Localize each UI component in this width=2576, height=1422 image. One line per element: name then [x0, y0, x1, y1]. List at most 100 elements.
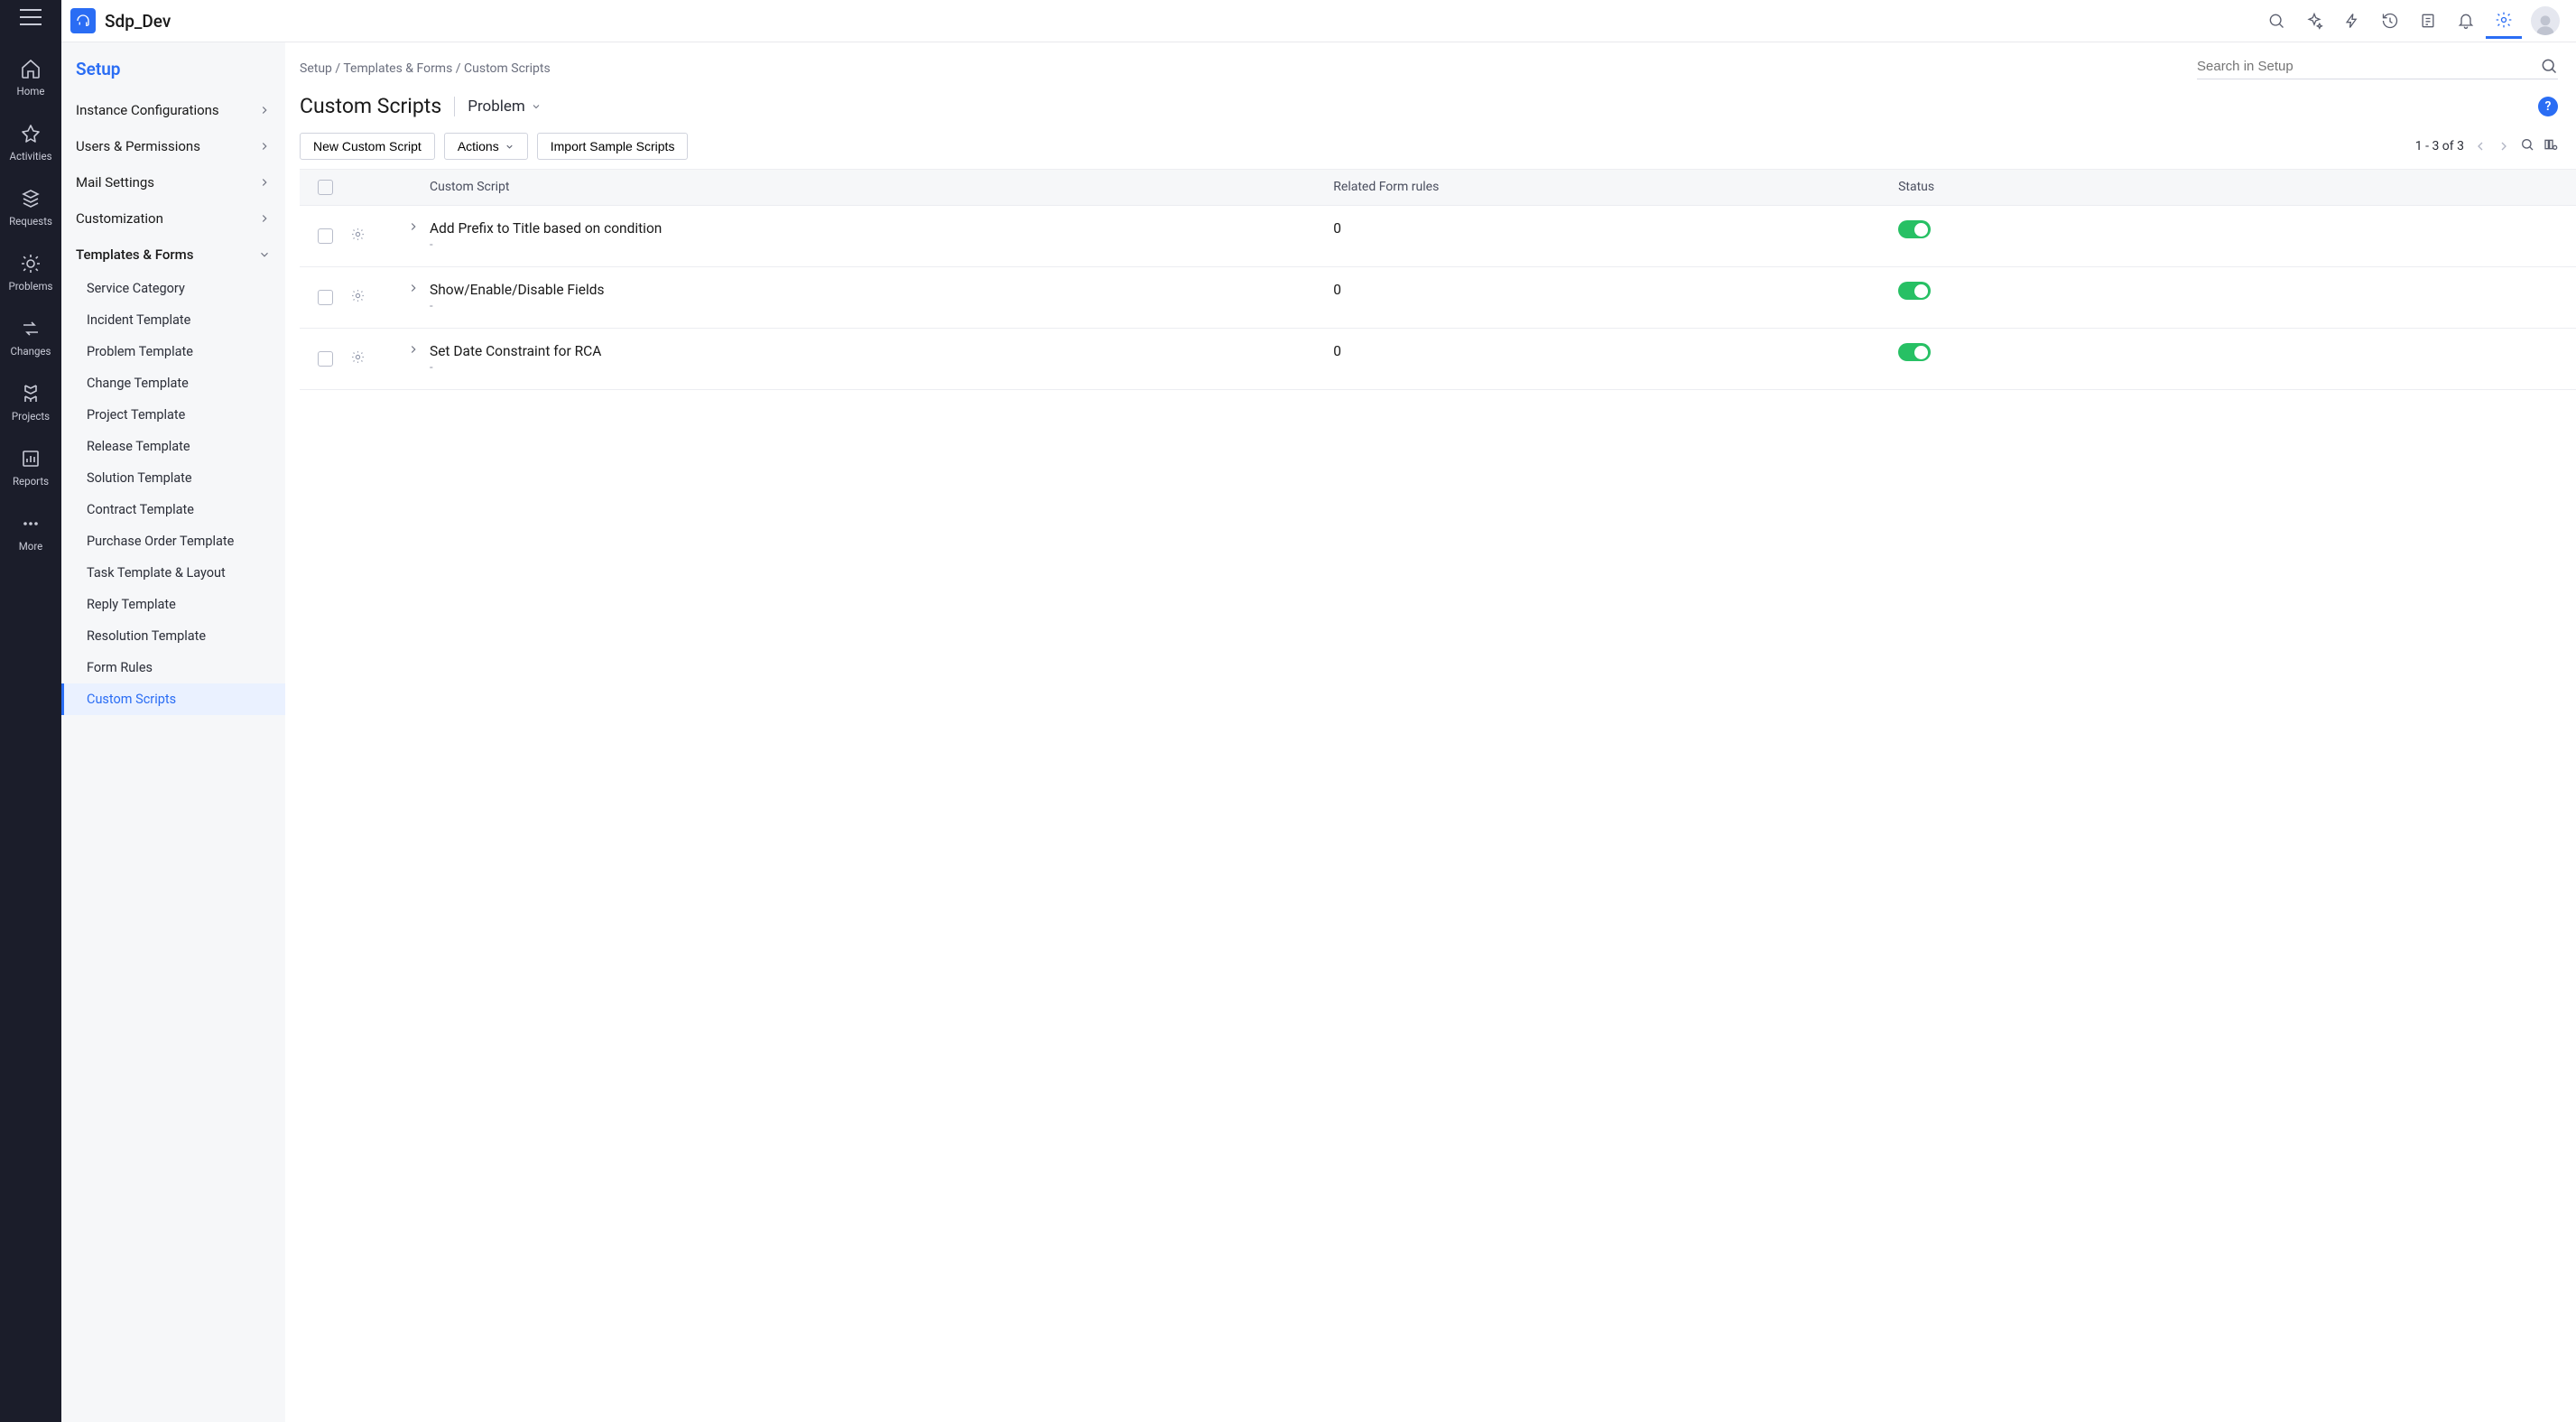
- subitem-reply-template[interactable]: Reply Template: [61, 589, 285, 620]
- chevron-right-icon: [258, 176, 271, 189]
- subitem-task-template-layout[interactable]: Task Template & Layout: [61, 557, 285, 589]
- row-rules-count: 0: [1333, 220, 1898, 237]
- subitem-project-template[interactable]: Project Template: [61, 399, 285, 431]
- setup-search[interactable]: [2197, 57, 2558, 79]
- chevron-right-icon: [258, 104, 271, 116]
- pager-search-button[interactable]: [2520, 137, 2534, 155]
- user-icon: [2534, 12, 2557, 35]
- table-row: Add Prefix to Title based on condition -…: [300, 206, 2576, 267]
- row-expand-button[interactable]: [397, 282, 430, 294]
- subitem-service-category[interactable]: Service Category: [61, 273, 285, 304]
- row-expand-button[interactable]: [397, 220, 430, 233]
- row-expand-button[interactable]: [397, 343, 430, 356]
- gear-button[interactable]: [2486, 3, 2522, 39]
- avatar[interactable]: [2531, 6, 2560, 35]
- subitem-form-rules[interactable]: Form Rules: [61, 652, 285, 683]
- more-icon: [20, 513, 42, 534]
- app-title: Sdp_Dev: [105, 11, 171, 32]
- column-settings-button[interactable]: [2544, 137, 2558, 155]
- select-all-checkbox[interactable]: [318, 180, 333, 195]
- next-page-icon[interactable]: [2497, 139, 2511, 153]
- history-button[interactable]: [2372, 3, 2408, 39]
- row-settings-button[interactable]: [350, 227, 397, 246]
- rail-label: More: [19, 540, 43, 553]
- rail-label: Projects: [12, 410, 50, 423]
- status-toggle[interactable]: [1898, 282, 1931, 300]
- dropdown-value: Problem: [468, 98, 525, 116]
- table-row: Show/Enable/Disable Fields - 0: [300, 267, 2576, 329]
- import-button[interactable]: Import Sample Scripts: [537, 133, 689, 160]
- rail-label: Problems: [9, 280, 53, 293]
- section-users-permissions[interactable]: Users & Permissions: [61, 128, 285, 164]
- rail-changes[interactable]: Changes: [0, 305, 61, 370]
- row-rules-count: 0: [1333, 343, 1898, 359]
- subitem-contract-template[interactable]: Contract Template: [61, 494, 285, 525]
- section-customization[interactable]: Customization: [61, 200, 285, 237]
- search-input[interactable]: [2197, 59, 2540, 74]
- bolt-button[interactable]: [2334, 3, 2370, 39]
- row-checkbox[interactable]: [318, 351, 333, 367]
- sparkle-button[interactable]: [2296, 3, 2332, 39]
- rail-activities[interactable]: Activities: [0, 110, 61, 175]
- section-instance-config[interactable]: Instance Configurations: [61, 92, 285, 128]
- gear-icon: [350, 288, 366, 303]
- row-subtitle: -: [430, 238, 1333, 252]
- prev-page-icon[interactable]: [2473, 139, 2488, 153]
- rail-more[interactable]: More: [0, 500, 61, 565]
- rail-reports[interactable]: Reports: [0, 435, 61, 500]
- actions-button[interactable]: Actions: [444, 133, 528, 160]
- rail-label: Requests: [9, 215, 52, 228]
- subitem-purchase-order-template[interactable]: Purchase Order Template: [61, 525, 285, 557]
- new-button[interactable]: New Custom Script: [300, 133, 435, 160]
- app-logo[interactable]: [70, 8, 96, 33]
- rail-projects[interactable]: Projects: [0, 370, 61, 435]
- rail-label: Changes: [11, 345, 51, 358]
- changes-icon: [20, 318, 42, 339]
- status-toggle[interactable]: [1898, 220, 1931, 238]
- gear-icon: [350, 349, 366, 365]
- rail-label: Home: [17, 85, 45, 98]
- subitem-change-template[interactable]: Change Template: [61, 367, 285, 399]
- subitem-custom-scripts[interactable]: Custom Scripts: [61, 683, 285, 715]
- note-button[interactable]: [2410, 3, 2446, 39]
- row-title[interactable]: Add Prefix to Title based on condition: [430, 220, 1333, 237]
- row-settings-button[interactable]: [350, 288, 397, 307]
- search-icon: [2520, 137, 2534, 152]
- subitem-solution-template[interactable]: Solution Template: [61, 462, 285, 494]
- column-header-status[interactable]: Status: [1898, 180, 2576, 195]
- row-settings-button[interactable]: [350, 349, 397, 368]
- help-button[interactable]: ?: [2538, 97, 2558, 116]
- subitem-incident-template[interactable]: Incident Template: [61, 304, 285, 336]
- rail-problems[interactable]: Problems: [0, 240, 61, 305]
- chevron-down-icon: [531, 101, 542, 112]
- chevron-down-icon: [505, 142, 514, 152]
- chevron-right-icon: [258, 212, 271, 225]
- divider: [454, 97, 455, 116]
- history-icon: [2381, 12, 2399, 30]
- hamburger-icon[interactable]: [20, 9, 42, 25]
- note-icon: [2419, 12, 2437, 30]
- row-checkbox[interactable]: [318, 290, 333, 305]
- rail-requests[interactable]: Requests: [0, 175, 61, 240]
- reports-icon: [20, 448, 42, 469]
- pager-text: 1 - 3 of 3: [2415, 139, 2464, 153]
- gear-icon: [2495, 11, 2513, 29]
- breadcrumb[interactable]: Setup / Templates & Forms / Custom Scrip…: [300, 61, 551, 76]
- search-button[interactable]: [2258, 3, 2294, 39]
- rail-home[interactable]: Home: [0, 45, 61, 110]
- section-templates-forms[interactable]: Templates & Forms: [61, 237, 285, 273]
- subitem-problem-template[interactable]: Problem Template: [61, 336, 285, 367]
- chevron-right-icon: [407, 343, 420, 356]
- module-dropdown[interactable]: Problem: [468, 98, 542, 116]
- column-header-name[interactable]: Custom Script: [430, 180, 1333, 195]
- status-toggle[interactable]: [1898, 343, 1931, 361]
- bell-button[interactable]: [2448, 3, 2484, 39]
- row-title[interactable]: Show/Enable/Disable Fields: [430, 282, 1333, 298]
- column-header-rules[interactable]: Related Form rules: [1333, 180, 1898, 195]
- rail-label: Reports: [13, 475, 49, 488]
- subitem-release-template[interactable]: Release Template: [61, 431, 285, 462]
- section-mail-settings[interactable]: Mail Settings: [61, 164, 285, 200]
- row-title[interactable]: Set Date Constraint for RCA: [430, 343, 1333, 359]
- subitem-resolution-template[interactable]: Resolution Template: [61, 620, 285, 652]
- row-checkbox[interactable]: [318, 228, 333, 244]
